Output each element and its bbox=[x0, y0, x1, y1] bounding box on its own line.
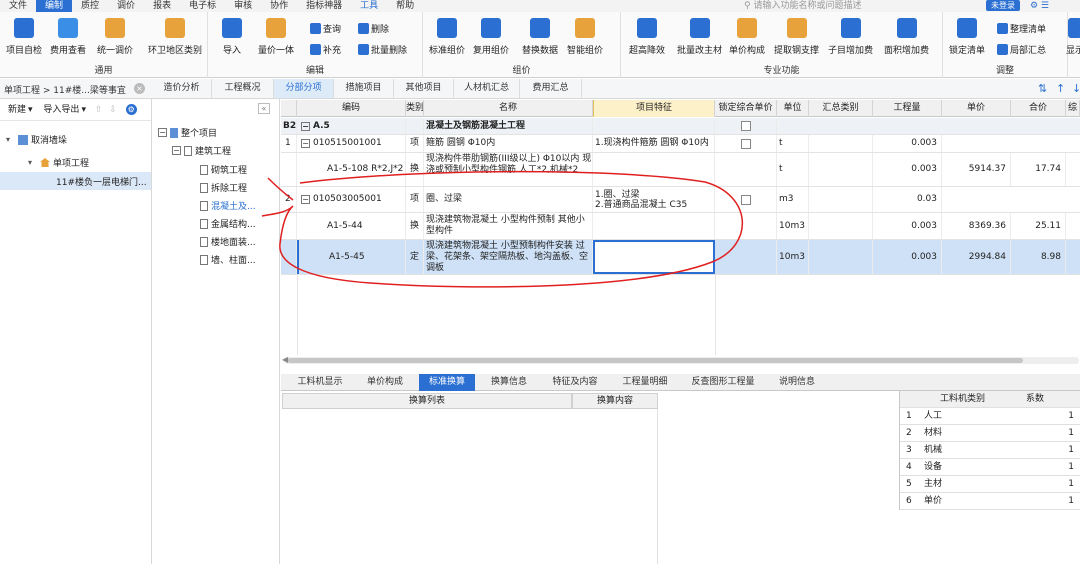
labor-type-table: 工料机类别 系数 1 人工 1 2 材料 1 3 机械 1 4 设备 1 5 主材 1 6 单价 1 bbox=[899, 391, 1080, 510]
tab-qty-details[interactable]: 工程量明细 bbox=[613, 374, 677, 391]
tab-unit-composition[interactable]: 单价构成 bbox=[357, 374, 413, 391]
tab-features-content[interactable]: 特征及内容 bbox=[543, 374, 607, 391]
horizontal-scrollbar[interactable] bbox=[284, 357, 1079, 364]
table-row[interactable]: 5 主材 1 bbox=[900, 476, 1080, 493]
annotation-stroke bbox=[261, 170, 744, 288]
table-row[interactable]: 1 人工 1 bbox=[900, 408, 1080, 425]
tab-labor-display[interactable]: 工料机显示 bbox=[289, 374, 351, 391]
labor-type-header-row: 工料机类别 系数 bbox=[900, 391, 1080, 408]
bottom-panel: 工料机显示 单价构成 标准换算 换算信息 特征及内容 工程量明细 反查图形工程量… bbox=[281, 374, 1080, 564]
table-row[interactable]: 6 单价 1 bbox=[900, 493, 1080, 510]
tab-description[interactable]: 说明信息 bbox=[769, 374, 825, 391]
table-row[interactable]: 3 机械 1 bbox=[900, 442, 1080, 459]
coef-header: 系数 bbox=[1026, 394, 1045, 404]
conversion-list-header: 换算列表 bbox=[282, 393, 572, 409]
conversion-list-area[interactable] bbox=[282, 409, 658, 564]
table-row[interactable]: 4 设备 1 bbox=[900, 459, 1080, 476]
labor-type-header: 工料机类别 bbox=[940, 394, 986, 404]
tab-standard-conversion[interactable]: 标准换算 bbox=[419, 374, 475, 391]
scroll-left-icon[interactable]: ◀ bbox=[282, 355, 288, 364]
bottom-tab-bar: 工料机显示 单价构成 标准换算 换算信息 特征及内容 工程量明细 反查图形工程量… bbox=[281, 374, 1080, 391]
tab-reverse-graphic-qty[interactable]: 反查图形工程量 bbox=[683, 374, 763, 391]
scrollbar-thumb[interactable] bbox=[288, 358, 1023, 363]
table-row[interactable]: 2 材料 1 bbox=[900, 425, 1080, 442]
conversion-content-header: 换算内容 bbox=[572, 393, 658, 409]
tab-conversion-info[interactable]: 换算信息 bbox=[481, 374, 537, 391]
